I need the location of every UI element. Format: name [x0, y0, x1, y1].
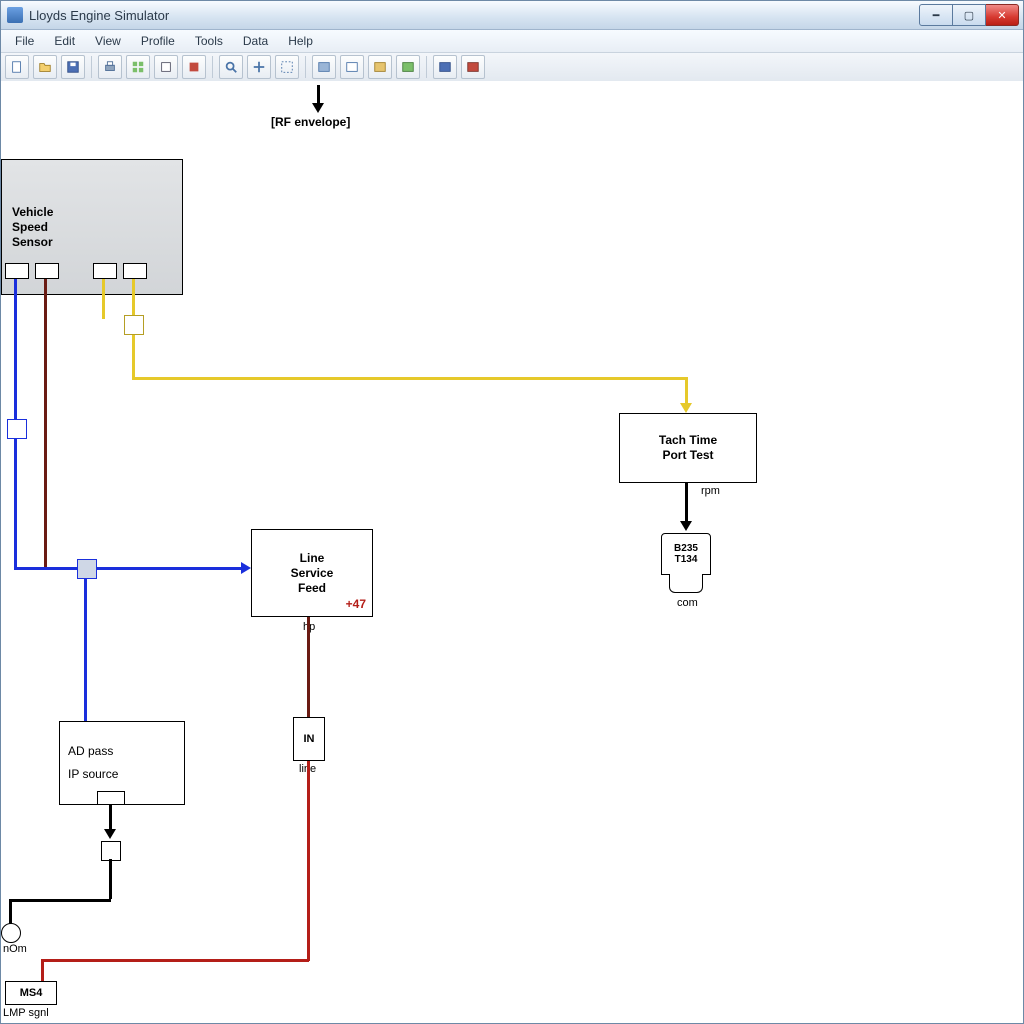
node-nom: [1, 923, 21, 943]
in-text: IN: [304, 733, 315, 745]
wire-yel-h: [132, 377, 688, 380]
tool-e[interactable]: [433, 55, 457, 79]
arrow-tach-down: [680, 521, 692, 531]
bottom-label: LMP sgnl: [3, 1007, 49, 1019]
minimize-button[interactable]: ━: [919, 4, 953, 26]
top-arrow-head: [312, 103, 324, 113]
conn-l1: B235: [674, 543, 698, 554]
close-button[interactable]: ✕: [986, 4, 1019, 26]
connector-tach-plug[interactable]: [669, 574, 703, 593]
menu-tools[interactable]: Tools: [185, 32, 233, 50]
box-in[interactable]: IN: [293, 717, 325, 761]
tool-select[interactable]: [275, 55, 299, 79]
ad-port[interactable]: [97, 791, 125, 805]
tach-sub: rpm: [701, 485, 720, 497]
tool-open[interactable]: [33, 55, 57, 79]
toolbar-sep: [212, 56, 213, 78]
app-window: Lloyds Engine Simulator ━ ▢ ✕ File Edit …: [0, 0, 1024, 1024]
arrow-blue-into-feed: [241, 562, 251, 574]
node-ad: [101, 841, 121, 861]
block-line-feed[interactable]: Line Service Feed +47: [251, 529, 373, 617]
wire-ad-h: [9, 899, 111, 902]
vss-line3: Sensor: [12, 235, 53, 250]
tool-edit[interactable]: [154, 55, 178, 79]
window-title: Lloyds Engine Simulator: [29, 8, 169, 23]
node-yellow: [124, 315, 144, 335]
wire-brown-v: [44, 279, 47, 567]
vss-port-3[interactable]: [93, 263, 117, 279]
tach-line2: Port Test: [662, 448, 713, 463]
tool-c[interactable]: [368, 55, 392, 79]
box-ms4[interactable]: MS4: [5, 981, 57, 1005]
tool-f[interactable]: [461, 55, 485, 79]
node-blue-1: [7, 419, 27, 439]
tool-b[interactable]: [340, 55, 364, 79]
toolbar-sep: [426, 56, 427, 78]
block-tach[interactable]: Tach Time Port Test: [619, 413, 757, 483]
menu-edit[interactable]: Edit: [44, 32, 85, 50]
menu-bar: File Edit View Profile Tools Data Help: [1, 30, 1023, 53]
menu-profile[interactable]: Profile: [131, 32, 185, 50]
lf-badge: +47: [346, 597, 366, 612]
tool-d[interactable]: [396, 55, 420, 79]
tool-stop[interactable]: [182, 55, 206, 79]
tool-print[interactable]: [98, 55, 122, 79]
diagram-canvas[interactable]: [RF envelope] Vehicle Speed Sensor: [1, 81, 1023, 1023]
arrow-ad-down: [104, 829, 116, 839]
ad-l1: AD pass: [68, 744, 113, 759]
wire-red-v: [307, 761, 310, 961]
title-bar: Lloyds Engine Simulator ━ ▢ ✕: [1, 1, 1023, 30]
wire-red-h: [41, 959, 309, 962]
vss-port-4[interactable]: [123, 263, 147, 279]
wire-ad-down2: [109, 859, 112, 899]
wire-blue-h2: [96, 567, 241, 570]
wire-blue-h1: [14, 567, 86, 570]
top-label: [RF envelope]: [271, 115, 350, 129]
menu-file[interactable]: File: [5, 32, 44, 50]
wire-ad-down: [109, 805, 112, 831]
tool-grid[interactable]: [126, 55, 150, 79]
lf-l3: Feed: [298, 581, 326, 596]
tach-line1: Tach Time: [659, 433, 717, 448]
ms4-text: MS4: [20, 987, 43, 999]
conn-sub: com: [677, 597, 698, 609]
tool-zoom[interactable]: [219, 55, 243, 79]
vss-line2: Speed: [12, 220, 48, 235]
tool-pan[interactable]: [247, 55, 271, 79]
connector-tach[interactable]: B235 T134: [661, 533, 711, 575]
wire-yel-v2: [685, 377, 688, 405]
maximize-button[interactable]: ▢: [953, 4, 986, 26]
menu-view[interactable]: View: [85, 32, 131, 50]
nom-label: nOm: [3, 943, 27, 955]
tool-save[interactable]: [61, 55, 85, 79]
vss-port-2[interactable]: [35, 263, 59, 279]
tool-a[interactable]: [312, 55, 336, 79]
toolbar-sep: [305, 56, 306, 78]
wire-ad-v3: [9, 899, 12, 925]
app-icon: [7, 7, 23, 23]
tool-new[interactable]: [5, 55, 29, 79]
toolbar-sep: [91, 56, 92, 78]
wire-yel-stub: [102, 279, 105, 319]
toolbar: [1, 53, 1023, 82]
wire-feed-down: [307, 617, 310, 717]
vss-line1: Vehicle: [12, 205, 53, 220]
conn-l2: T134: [674, 554, 698, 565]
lf-l2: Service: [291, 566, 334, 581]
top-arrow-line: [317, 85, 320, 103]
ad-l2: IP source: [68, 767, 118, 782]
lf-l1: Line: [300, 551, 325, 566]
wire-tach-down: [685, 483, 688, 523]
node-junction: [77, 559, 97, 579]
vss-port-1[interactable]: [5, 263, 29, 279]
menu-data[interactable]: Data: [233, 32, 278, 50]
arrow-yel-into-tach: [680, 403, 692, 413]
window-controls: ━ ▢ ✕: [919, 4, 1019, 26]
menu-help[interactable]: Help: [278, 32, 323, 50]
